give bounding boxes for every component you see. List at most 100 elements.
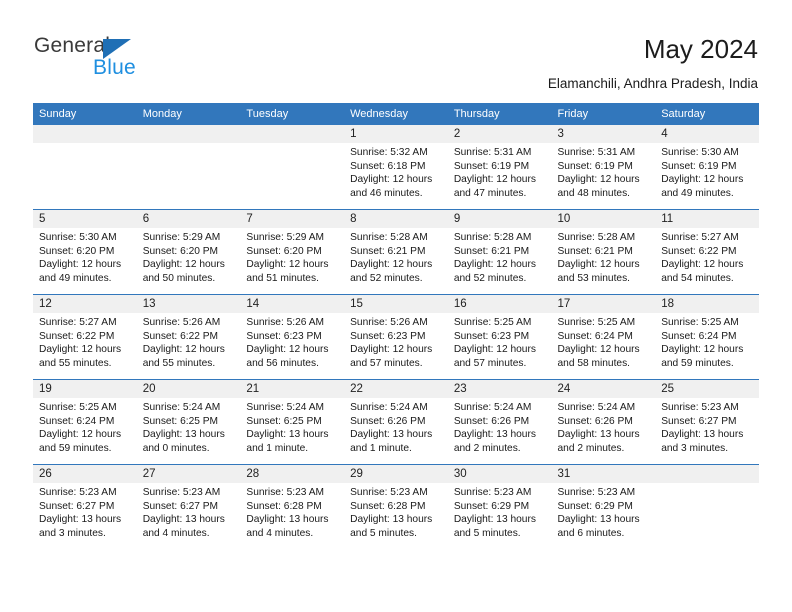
daylight-text-line1: Daylight: 12 hours <box>246 259 329 271</box>
calendar-day-cell[interactable]: 22 Sunrise: 5:24 AM Sunset: 6:26 PM Dayl… <box>344 379 448 465</box>
day-details: Sunrise: 5:23 AM Sunset: 6:27 PM Dayligh… <box>655 398 759 455</box>
calendar-day-cell[interactable] <box>655 464 759 549</box>
daylight-text-line2: and 49 minutes. <box>39 272 112 284</box>
day-number: 15 <box>344 295 448 313</box>
calendar-day-cell[interactable]: 2 Sunrise: 5:31 AM Sunset: 6:19 PM Dayli… <box>447 125 552 210</box>
sunrise-text: Sunrise: 5:26 AM <box>350 317 428 328</box>
calendar-day-cell[interactable]: 1 Sunrise: 5:32 AM Sunset: 6:18 PM Dayli… <box>344 125 448 210</box>
day-number: 11 <box>655 210 759 228</box>
calendar-day-cell[interactable]: 26 Sunrise: 5:23 AM Sunset: 6:27 PM Dayl… <box>33 464 137 549</box>
calendar-day-cell[interactable]: 12 Sunrise: 5:27 AM Sunset: 6:22 PM Dayl… <box>33 294 137 380</box>
calendar-day-cell[interactable]: 28 Sunrise: 5:23 AM Sunset: 6:28 PM Dayl… <box>240 464 345 549</box>
daylight-text-line2: and 6 minutes. <box>557 527 625 539</box>
calendar-day-cell[interactable]: 15 Sunrise: 5:26 AM Sunset: 6:23 PM Dayl… <box>344 294 448 380</box>
calendar-body: 1 Sunrise: 5:32 AM Sunset: 6:18 PM Dayli… <box>33 125 759 549</box>
calendar-day-cell[interactable]: 6 Sunrise: 5:29 AM Sunset: 6:20 PM Dayli… <box>136 209 241 295</box>
sunrise-text: Sunrise: 5:27 AM <box>39 317 117 328</box>
day-number: 31 <box>551 465 656 483</box>
sunrise-text: Sunrise: 5:24 AM <box>246 402 324 413</box>
daylight-text-line1: Daylight: 12 hours <box>557 174 640 186</box>
calendar-day-cell[interactable]: 31 Sunrise: 5:23 AM Sunset: 6:29 PM Dayl… <box>551 464 656 549</box>
sunset-text: Sunset: 6:22 PM <box>142 330 219 342</box>
calendar-day-cell[interactable]: 13 Sunrise: 5:26 AM Sunset: 6:22 PM Dayl… <box>136 294 241 380</box>
day-number: 8 <box>344 210 448 228</box>
calendar-day-cell[interactable]: 24 Sunrise: 5:24 AM Sunset: 6:26 PM Dayl… <box>551 379 656 465</box>
weekday-header-monday: Monday <box>136 103 241 125</box>
daylight-text-line2: and 3 minutes. <box>661 442 729 454</box>
calendar-day-cell[interactable]: 14 Sunrise: 5:26 AM Sunset: 6:23 PM Dayl… <box>240 294 345 380</box>
daylight-text-line2: and 59 minutes. <box>39 442 112 454</box>
calendar-day-cell[interactable]: 5 Sunrise: 5:30 AM Sunset: 6:20 PM Dayli… <box>33 209 137 295</box>
day-number: 21 <box>240 380 345 398</box>
sunrise-text: Sunrise: 5:25 AM <box>557 317 636 328</box>
sunrise-text: Sunrise: 5:28 AM <box>557 232 636 243</box>
daylight-text-line1: Daylight: 13 hours <box>350 514 433 526</box>
calendar-day-cell[interactable]: 8 Sunrise: 5:28 AM Sunset: 6:21 PM Dayli… <box>344 209 448 295</box>
sunrise-text: Sunrise: 5:29 AM <box>142 232 221 243</box>
calendar-day-cell[interactable] <box>240 125 345 210</box>
calendar-day-cell[interactable]: 4 Sunrise: 5:30 AM Sunset: 6:19 PM Dayli… <box>655 125 759 210</box>
calendar-day-cell[interactable]: 21 Sunrise: 5:24 AM Sunset: 6:25 PM Dayl… <box>240 379 345 465</box>
day-details: Sunrise: 5:23 AM Sunset: 6:27 PM Dayligh… <box>137 483 241 540</box>
daylight-text-line1: Daylight: 12 hours <box>661 259 744 271</box>
daylight-text-line2: and 59 minutes. <box>661 357 734 369</box>
calendar-day-cell[interactable]: 19 Sunrise: 5:25 AM Sunset: 6:24 PM Dayl… <box>33 379 137 465</box>
calendar-day-cell[interactable] <box>136 125 241 210</box>
day-number: 14 <box>240 295 345 313</box>
day-number: 7 <box>240 210 345 228</box>
daylight-text-line1: Daylight: 13 hours <box>142 514 225 526</box>
day-details: Sunrise: 5:24 AM Sunset: 6:25 PM Dayligh… <box>137 398 241 455</box>
calendar-day-cell[interactable] <box>33 125 137 210</box>
calendar-day-cell[interactable]: 17 Sunrise: 5:25 AM Sunset: 6:24 PM Dayl… <box>551 294 656 380</box>
daylight-text-line2: and 51 minutes. <box>246 272 319 284</box>
daylight-text-line2: and 55 minutes. <box>142 357 216 369</box>
logo-text-general: General <box>34 34 111 57</box>
logo-text-blue: Blue <box>93 56 136 79</box>
daylight-text-line1: Daylight: 13 hours <box>661 429 744 441</box>
calendar-day-cell[interactable]: 25 Sunrise: 5:23 AM Sunset: 6:27 PM Dayl… <box>655 379 759 465</box>
sunrise-text: Sunrise: 5:23 AM <box>557 487 636 498</box>
generalblue-logo[interactable]: General Blue <box>34 34 234 84</box>
sunset-text: Sunset: 6:28 PM <box>246 500 322 512</box>
sunrise-text: Sunrise: 5:30 AM <box>661 147 739 158</box>
calendar-day-cell[interactable]: 27 Sunrise: 5:23 AM Sunset: 6:27 PM Dayl… <box>136 464 241 549</box>
sunrise-text: Sunrise: 5:24 AM <box>557 402 636 413</box>
daylight-text-line1: Daylight: 12 hours <box>350 259 433 271</box>
calendar-day-cell[interactable]: 7 Sunrise: 5:29 AM Sunset: 6:20 PM Dayli… <box>240 209 345 295</box>
day-details: Sunrise: 5:28 AM Sunset: 6:21 PM Dayligh… <box>448 228 552 285</box>
page-header: General Blue May 2024 Elamanchili, Andhr… <box>0 0 792 100</box>
day-details: Sunrise: 5:27 AM Sunset: 6:22 PM Dayligh… <box>33 313 137 370</box>
calendar-day-cell[interactable]: 20 Sunrise: 5:24 AM Sunset: 6:25 PM Dayl… <box>136 379 241 465</box>
calendar-day-cell[interactable]: 11 Sunrise: 5:27 AM Sunset: 6:22 PM Dayl… <box>655 209 759 295</box>
daylight-text-line2: and 2 minutes. <box>453 442 521 454</box>
weekday-header-wednesday: Wednesday <box>344 103 448 125</box>
calendar-day-cell[interactable]: 29 Sunrise: 5:23 AM Sunset: 6:28 PM Dayl… <box>344 464 448 549</box>
calendar-day-cell[interactable]: 10 Sunrise: 5:28 AM Sunset: 6:21 PM Dayl… <box>551 209 656 295</box>
daylight-text-line2: and 2 minutes. <box>557 442 625 454</box>
day-number: 29 <box>344 465 448 483</box>
day-details: Sunrise: 5:26 AM Sunset: 6:23 PM Dayligh… <box>344 313 448 370</box>
calendar-day-cell[interactable]: 18 Sunrise: 5:25 AM Sunset: 6:24 PM Dayl… <box>655 294 759 380</box>
calendar-day-cell[interactable]: 3 Sunrise: 5:31 AM Sunset: 6:19 PM Dayli… <box>551 125 656 210</box>
daylight-text-line1: Daylight: 13 hours <box>39 514 122 526</box>
calendar-week-row: 26 Sunrise: 5:23 AM Sunset: 6:27 PM Dayl… <box>33 464 759 549</box>
daylight-text-line1: Daylight: 12 hours <box>350 344 433 356</box>
day-details: Sunrise: 5:25 AM Sunset: 6:24 PM Dayligh… <box>33 398 137 455</box>
calendar-day-cell[interactable]: 30 Sunrise: 5:23 AM Sunset: 6:29 PM Dayl… <box>447 464 552 549</box>
calendar-day-cell[interactable]: 9 Sunrise: 5:28 AM Sunset: 6:21 PM Dayli… <box>447 209 552 295</box>
sunrise-text: Sunrise: 5:24 AM <box>453 402 532 413</box>
daylight-text-line1: Daylight: 12 hours <box>661 344 744 356</box>
daylight-text-line2: and 3 minutes. <box>39 527 106 539</box>
day-details: Sunrise: 5:23 AM Sunset: 6:29 PM Dayligh… <box>552 483 656 540</box>
calendar-day-cell[interactable]: 23 Sunrise: 5:24 AM Sunset: 6:26 PM Dayl… <box>447 379 552 465</box>
sunrise-text: Sunrise: 5:28 AM <box>350 232 428 243</box>
calendar-day-cell[interactable]: 16 Sunrise: 5:25 AM Sunset: 6:23 PM Dayl… <box>447 294 552 380</box>
day-details: Sunrise: 5:26 AM Sunset: 6:23 PM Dayligh… <box>240 313 344 370</box>
day-details: Sunrise: 5:23 AM Sunset: 6:28 PM Dayligh… <box>240 483 344 540</box>
sunset-text: Sunset: 6:18 PM <box>350 160 426 172</box>
sunset-text: Sunset: 6:23 PM <box>246 330 322 342</box>
sunset-text: Sunset: 6:24 PM <box>39 415 115 427</box>
day-details: Sunrise: 5:25 AM Sunset: 6:23 PM Dayligh… <box>448 313 552 370</box>
day-number: 18 <box>655 295 759 313</box>
sunset-text: Sunset: 6:21 PM <box>350 245 426 257</box>
